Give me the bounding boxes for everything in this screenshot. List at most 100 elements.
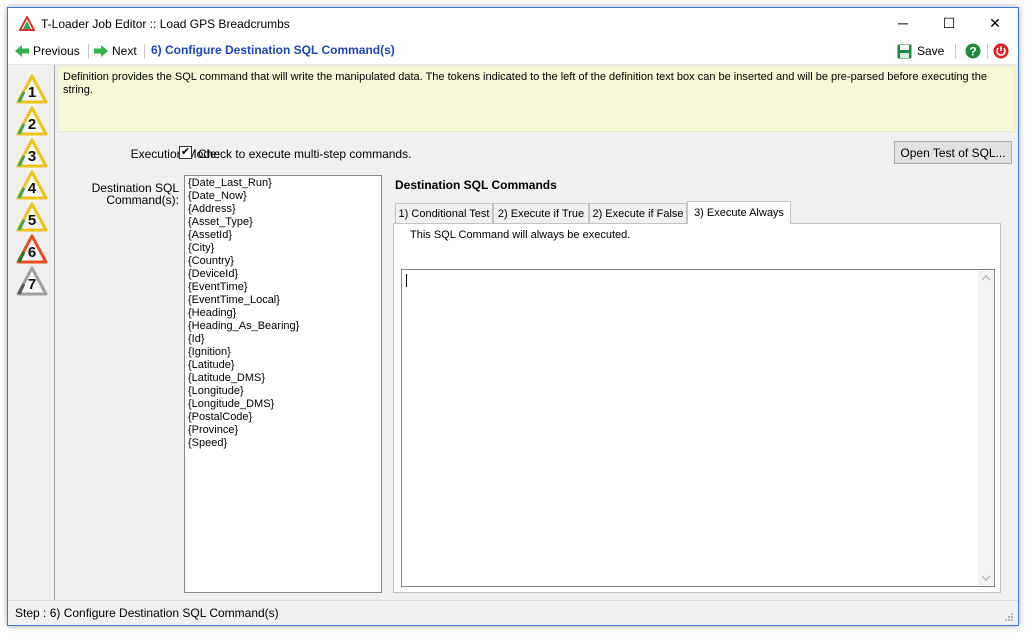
toolbar: Previous Next 6) Configure Destination S… (8, 38, 1018, 65)
list-item[interactable]: {Ignition} (188, 346, 378, 359)
list-item[interactable]: {EventTime} (188, 281, 378, 294)
token-list[interactable]: {Date_Last_Run} {Date_Now} {Address} {As… (184, 175, 382, 593)
tab-label: 3) Execute Always (694, 207, 784, 219)
list-item[interactable]: {Date_Last_Run} (188, 177, 378, 190)
list-item[interactable]: {Longitude} (188, 385, 378, 398)
step-1-button[interactable]: 1 (16, 74, 48, 104)
sql-command-editor[interactable] (401, 269, 995, 587)
list-item[interactable]: {EventTime_Local} (188, 294, 378, 307)
list-item[interactable]: {City} (188, 242, 378, 255)
app-logo-icon (19, 16, 35, 31)
step-5-icon: 5 (16, 202, 48, 232)
list-item[interactable]: {Longitude_DMS} (188, 398, 378, 411)
step-number: 1 (28, 84, 36, 101)
svg-text:?: ? (969, 45, 976, 59)
save-label: Save (917, 44, 945, 58)
tab-label: 2) Execute if False (592, 207, 684, 220)
step-number: 3 (28, 148, 36, 165)
list-item[interactable]: {Country} (188, 255, 378, 268)
chevron-up-icon[interactable] (978, 272, 994, 284)
tab-conditional-test[interactable]: 1) Conditional Test (395, 203, 493, 223)
main-panel: Definition provides the SQL command that… (55, 65, 1018, 600)
step-5-button[interactable]: 5 (16, 202, 48, 232)
step-7-icon: 7 (16, 266, 48, 296)
toolbar-separator (955, 44, 956, 59)
list-item[interactable]: {DeviceId} (188, 268, 378, 281)
status-text: Step : 6) Configure Destination SQL Comm… (15, 606, 279, 620)
step-4-icon: 4 (16, 170, 48, 200)
step-sidebar: 1 2 3 4 5 6 7 (8, 65, 55, 600)
multi-step-checkbox[interactable]: ✔ (179, 146, 192, 159)
next-button[interactable]: Next (93, 43, 137, 59)
vertical-scrollbar[interactable] (978, 270, 994, 586)
title-bar[interactable]: T-Loader Job Editor :: Load GPS Breadcru… (8, 8, 1018, 38)
toolbar-separator (88, 44, 89, 59)
step-description: Definition provides the SQL command that… (57, 66, 1015, 132)
tab-panel: This SQL Command will always be executed… (393, 223, 1001, 593)
step-number: 5 (28, 212, 36, 229)
close-button[interactable]: ✕ (972, 8, 1018, 38)
text-caret (406, 274, 407, 287)
maximize-button[interactable]: ☐ (926, 8, 972, 38)
list-item[interactable]: {Date_Now} (188, 190, 378, 203)
status-bar: Step : 6) Configure Destination SQL Comm… (8, 600, 1018, 625)
step-2-icon: 2 (16, 106, 48, 136)
arrow-left-icon (15, 45, 29, 57)
step-3-icon: 3 (16, 138, 48, 168)
list-item[interactable]: {Heading_As_Bearing} (188, 320, 378, 333)
step-7-button[interactable]: 7 (16, 266, 48, 296)
current-step-title: 6) Configure Destination SQL Command(s) (151, 43, 395, 57)
chevron-down-icon[interactable] (978, 572, 994, 584)
list-item[interactable]: {Heading} (188, 307, 378, 320)
list-item[interactable]: {Address} (188, 203, 378, 216)
app-window: T-Loader Job Editor :: Load GPS Breadcru… (7, 7, 1019, 626)
list-item[interactable]: {Latitude} (188, 359, 378, 372)
previous-label: Previous (33, 44, 80, 58)
list-item[interactable]: {Id} (188, 333, 378, 346)
open-test-sql-label: Open Test of SQL... (900, 145, 1006, 160)
tab-execute-always[interactable]: 3) Execute Always (687, 201, 791, 224)
step-number: 7 (28, 276, 36, 293)
next-label: Next (112, 44, 137, 58)
list-item[interactable]: {Asset_Type} (188, 216, 378, 229)
close-icon: ✕ (989, 14, 1001, 31)
list-item[interactable]: {Speed} (188, 437, 378, 450)
list-item[interactable]: {Province} (188, 424, 378, 437)
window-title: T-Loader Job Editor :: Load GPS Breadcru… (41, 17, 290, 31)
tab-label: 2) Execute if True (497, 207, 585, 220)
previous-button[interactable]: Previous (14, 43, 80, 59)
step-6-button[interactable]: 6 (16, 234, 48, 264)
tab-execute-if-false[interactable]: 2) Execute if False (589, 203, 687, 223)
toolbar-separator (987, 44, 988, 59)
resize-grip-icon[interactable] (1004, 612, 1014, 622)
tab-panel-note: This SQL Command will always be executed… (410, 229, 631, 241)
destination-sql-label-line2: Command(s): (106, 193, 179, 207)
step-number: 2 (28, 116, 36, 133)
minimize-icon: ─ (898, 15, 908, 31)
floppy-disk-icon (897, 44, 912, 58)
step-number: 4 (28, 180, 37, 197)
help-button[interactable]: ? (965, 43, 981, 59)
tab-execute-if-true[interactable]: 2) Execute if True (493, 203, 589, 223)
list-item[interactable]: {Latitude_DMS} (188, 372, 378, 385)
step-4-button[interactable]: 4 (16, 170, 48, 200)
arrow-right-icon (94, 45, 108, 57)
minimize-button[interactable]: ─ (880, 8, 926, 38)
step-6-icon: 6 (16, 234, 48, 264)
save-button[interactable]: Save (897, 43, 944, 59)
step-1-icon: 1 (16, 74, 48, 104)
list-item[interactable]: {PostalCode} (188, 411, 378, 424)
list-item[interactable]: {AssetId} (188, 229, 378, 242)
step-3-button[interactable]: 3 (16, 138, 48, 168)
open-test-sql-button[interactable]: Open Test of SQL... (894, 141, 1012, 164)
tab-label: 1) Conditional Test (398, 207, 490, 220)
power-icon (993, 43, 1009, 59)
section-title: Destination SQL Commands (395, 178, 557, 192)
exit-button[interactable] (993, 43, 1009, 59)
help-icon: ? (965, 43, 981, 59)
step-2-button[interactable]: 2 (16, 106, 48, 136)
step-number: 6 (28, 244, 36, 261)
toolbar-separator (144, 44, 145, 59)
multi-step-checkbox-label[interactable]: Check to execute multi-step commands. (198, 147, 411, 161)
maximize-icon: ☐ (942, 14, 956, 31)
